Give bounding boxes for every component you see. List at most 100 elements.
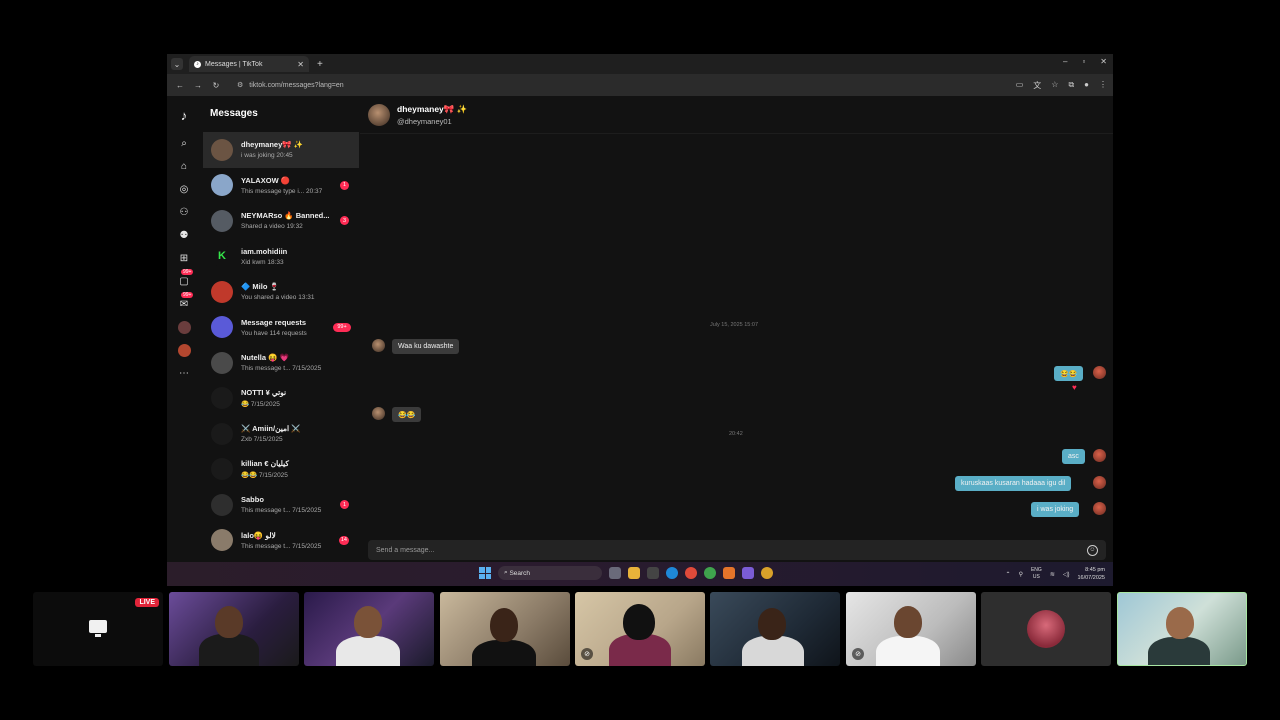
conversation-name: killian € كيليان bbox=[241, 459, 289, 469]
conversation-item[interactable]: dheymaney🎀 ✨ i was joking 20:45 bbox=[203, 132, 359, 168]
message-bubble[interactable]: asc bbox=[1062, 449, 1085, 464]
conversation-item[interactable]: Message requests You have 114 requests 99+ bbox=[203, 310, 359, 346]
message-bubble[interactable]: kuruskaas kusaran hadaaa igu dil bbox=[955, 476, 1072, 491]
tab-messages[interactable]: ♪ Messages | TikTok ✕ bbox=[189, 56, 309, 72]
discord-icon[interactable] bbox=[742, 567, 754, 579]
activity-icon[interactable]: ▢ 99+ bbox=[177, 269, 194, 288]
conversation-item[interactable]: Nutella 😝 💗 This message t... 7/15/2025 bbox=[203, 345, 359, 381]
back-icon[interactable]: ← bbox=[173, 81, 187, 90]
chrome-alt-icon[interactable] bbox=[761, 567, 773, 579]
url-input[interactable]: ⚙ tiktok.com/messages?lang=en bbox=[231, 78, 1008, 93]
conversation-text: lalo😝 لالو This message t... 7/15/2025 bbox=[241, 531, 341, 550]
bookmark-star-icon[interactable]: ☆ bbox=[1051, 80, 1058, 91]
conversation-text: YALAXOW 🔴 This message type i... 20:37 bbox=[241, 176, 341, 195]
chrome-icon[interactable] bbox=[685, 567, 697, 579]
close-window-button[interactable]: ✕ bbox=[1100, 57, 1107, 66]
language-indicator[interactable]: ENG US bbox=[1031, 567, 1042, 581]
tiktok-logo-icon[interactable]: ♪ bbox=[177, 108, 191, 123]
edge-icon[interactable] bbox=[666, 567, 678, 579]
conversation-preview: Xid kwm 18:33 bbox=[241, 258, 284, 266]
store-icon[interactable] bbox=[647, 567, 659, 579]
messages-icon[interactable]: ✉ 99+ bbox=[177, 292, 194, 311]
conversation-item[interactable]: 🔷 Milo 🍷 You shared a video 13:31 bbox=[203, 274, 359, 310]
participant-video-tile[interactable] bbox=[169, 592, 299, 666]
my-avatar bbox=[1093, 366, 1106, 379]
conversation-item[interactable]: killian € كيليان 😂😂 7/15/2025 bbox=[203, 452, 359, 488]
friends-icon[interactable]: ⚉ bbox=[177, 228, 191, 242]
conversation-name: Nutella 😝 💗 bbox=[241, 353, 289, 363]
conversation-preview: Shared a video 19:32 bbox=[241, 223, 303, 231]
reload-icon[interactable]: ↻ bbox=[209, 81, 223, 90]
participant-video-tile[interactable] bbox=[304, 592, 434, 666]
volume-icon[interactable]: ◁) bbox=[1063, 571, 1070, 578]
conversation-avatar bbox=[211, 209, 233, 232]
profile-icon[interactable]: ● bbox=[1084, 80, 1089, 91]
minimize-button[interactable]: – bbox=[1063, 57, 1067, 66]
participant-avatar-tile[interactable] bbox=[981, 592, 1111, 666]
conversation-item[interactable]: Sabbo This message t... 7/15/2025 1 bbox=[203, 487, 359, 523]
profile-avatar-icon[interactable] bbox=[177, 343, 191, 357]
participant-video-tile[interactable] bbox=[440, 592, 570, 666]
menu-icon[interactable]: ⋮ bbox=[1099, 80, 1107, 91]
unread-badge: 3 bbox=[340, 216, 349, 225]
address-bar-row: ← → ↻ ⚙ tiktok.com/messages?lang=en ▭ 文 … bbox=[167, 74, 1113, 96]
new-tab-button[interactable]: + bbox=[317, 59, 323, 70]
conversation-item[interactable]: ⚔️ Amiin/امين ⚔️ Zxb 7/15/2025 bbox=[203, 416, 359, 452]
conversation-text: ⚔️ Amiin/امين ⚔️ Zxb 7/15/2025 bbox=[241, 424, 341, 443]
file-explorer-icon[interactable] bbox=[628, 567, 640, 579]
conversation-name: lalo😝 لالو bbox=[241, 530, 276, 540]
search-icon[interactable]: ⌕ bbox=[177, 136, 191, 150]
site-info-icon[interactable]: ⚙ bbox=[237, 81, 243, 89]
conversation-text: dheymaney🎀 ✨ i was joking 20:45 bbox=[241, 140, 341, 159]
tray-overflow-icon[interactable]: ⌃ bbox=[1006, 571, 1011, 578]
message-bubble[interactable]: i was joking bbox=[1031, 502, 1080, 517]
home-icon[interactable]: ⌂ bbox=[177, 159, 191, 173]
cast-icon[interactable]: ▭ bbox=[1016, 80, 1024, 91]
close-tab-icon[interactable]: ✕ bbox=[297, 60, 304, 69]
conversation-item[interactable]: NEYMARso 🔥 Banned... Shared a video 19:32… bbox=[203, 203, 359, 239]
participant-video-tile[interactable]: ⊘ bbox=[846, 592, 976, 666]
chrome-profile-icon[interactable] bbox=[704, 567, 716, 579]
maximize-button[interactable]: ▫ bbox=[1082, 57, 1085, 66]
monitor-icon bbox=[89, 620, 107, 633]
message-bubble[interactable]: 😂😂 bbox=[392, 407, 422, 422]
conversation-item[interactable]: lalo😝 لالو This message t... 7/15/2025 14 bbox=[203, 523, 359, 559]
conversation-text: iam.mohidiin Xid kwm 18:33 bbox=[241, 247, 341, 266]
message-bubble[interactable]: 😂😂 bbox=[1054, 366, 1084, 381]
message-bubble[interactable]: Waa ku dawashte bbox=[392, 339, 460, 354]
contact-name[interactable]: dheymaney🎀 ✨ bbox=[397, 104, 467, 115]
conversation-name: dheymaney🎀 ✨ bbox=[241, 140, 304, 150]
contact-avatar[interactable] bbox=[368, 104, 390, 126]
self-video-tile[interactable] bbox=[1117, 592, 1247, 666]
participant-video-tile[interactable] bbox=[710, 592, 840, 666]
live-icon[interactable] bbox=[177, 320, 191, 334]
task-view-icon[interactable] bbox=[609, 567, 621, 579]
windows-start-icon[interactable] bbox=[479, 567, 491, 579]
conversation-item[interactable]: YALAXOW 🔴 This message type i... 20:37 1 bbox=[203, 168, 359, 204]
time-stamp: 20:42 bbox=[729, 431, 743, 437]
participant-face bbox=[215, 606, 243, 638]
conversation-preview: This message t... 7/15/2025 bbox=[241, 507, 322, 515]
wifi-icon[interactable]: ≋ bbox=[1050, 571, 1055, 578]
conversation-item[interactable]: Kiam.mohidiin Xid kwm 18:33 bbox=[203, 239, 359, 275]
screen-share-tile[interactable]: LIVE bbox=[33, 592, 163, 666]
forward-icon[interactable]: → bbox=[191, 81, 205, 90]
message-input[interactable]: Send a message... ☺ bbox=[368, 540, 1106, 560]
conversation-item[interactable]: NOTTI ¥ نوتي 😂 7/15/2025 bbox=[203, 381, 359, 417]
conversation-text: 🔷 Milo 🍷 You shared a video 13:31 bbox=[241, 282, 341, 301]
app-icon[interactable] bbox=[723, 567, 735, 579]
emoji-icon[interactable]: ☺ bbox=[1087, 544, 1098, 556]
my-avatar bbox=[1093, 502, 1106, 515]
translate-icon[interactable]: 文 bbox=[1033, 80, 1041, 91]
upload-icon[interactable]: ⊞ bbox=[177, 251, 191, 265]
participant-video-tile[interactable]: ⊘ bbox=[575, 592, 705, 666]
following-icon[interactable]: ⚇ bbox=[177, 205, 191, 219]
tab-list-dropdown-icon[interactable]: ⌄ bbox=[171, 58, 183, 70]
usb-icon[interactable]: ⚲ bbox=[1019, 571, 1023, 578]
taskbar-search-input[interactable]: ⌕ Search bbox=[498, 566, 602, 580]
extensions-icon[interactable]: ⧉ bbox=[1068, 80, 1074, 91]
more-icon[interactable]: ⋯ bbox=[177, 366, 191, 380]
chat-header[interactable]: dheymaney🎀 ✨ @dheymaney01 bbox=[360, 96, 1113, 134]
clock[interactable]: 8:45 pm 16/07/2025 bbox=[1077, 566, 1105, 582]
explore-icon[interactable]: ◎ bbox=[177, 182, 191, 196]
